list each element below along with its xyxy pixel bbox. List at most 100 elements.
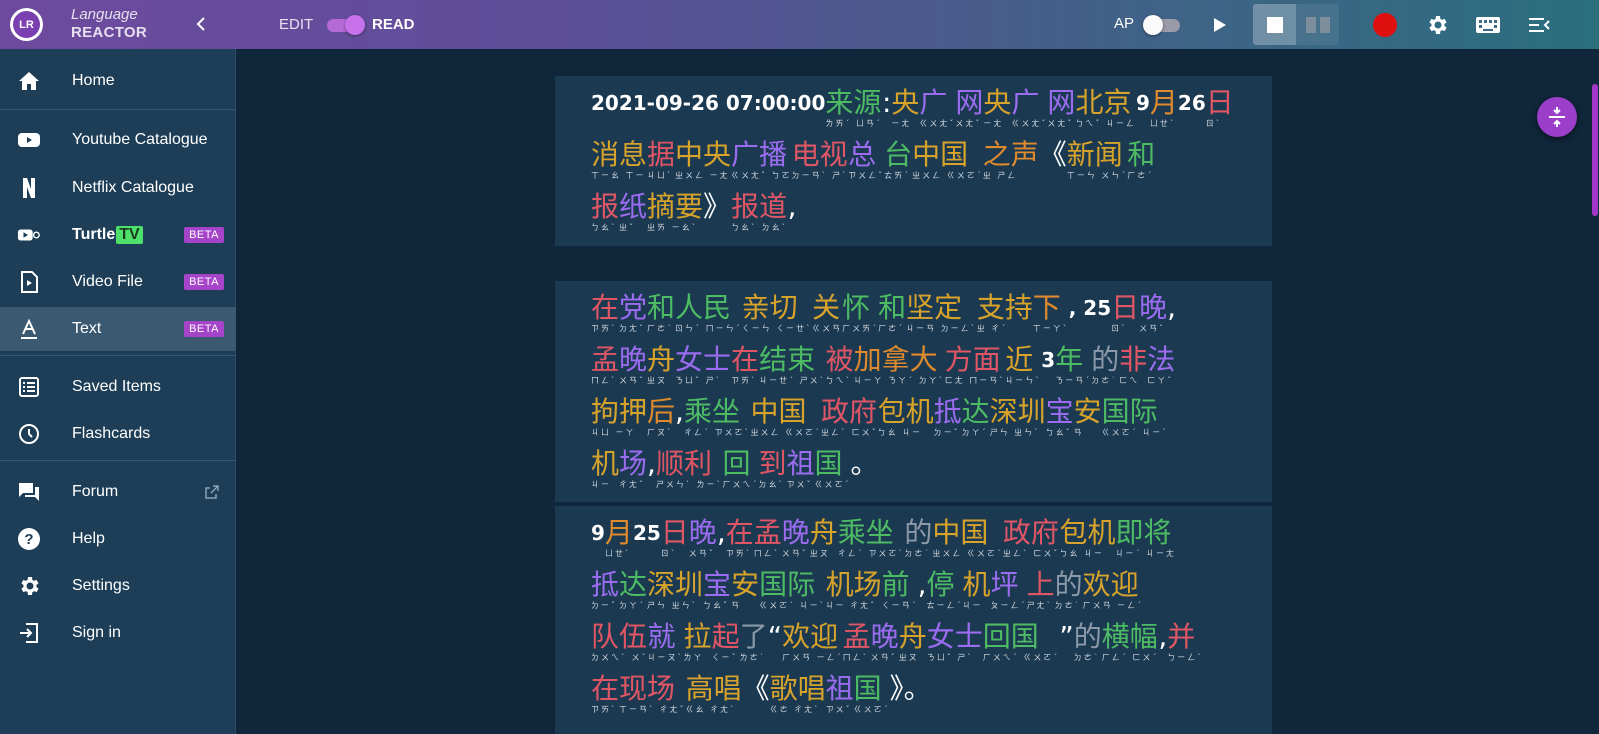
word-token[interactable]: 的ㄉㄜ˙ [1074,622,1102,664]
word-token[interactable]: 关 ㄍㄨㄢ [812,293,842,335]
word-token[interactable]: 非ㄈㄟ [1119,345,1147,387]
word-token[interactable]: 拉ㄌㄚ [684,622,712,664]
word-token[interactable]: 中国 ㄓㄨㄥ ㄍㄨㄛˊ [932,518,1003,560]
word-token[interactable]: 广ㄍㄨㄤˇ [919,88,955,130]
word-token[interactable]: 日ㄖˋ [661,518,689,560]
word-token[interactable]: 法ㄈㄚˇ [1147,345,1175,387]
play-button[interactable] [1207,13,1231,37]
word-token[interactable]: 方面 ㄈㄤ ㄇㄧㄢˋ [945,345,1006,387]
word-token[interactable]: 女士 ㄋㄩˇ ㄕˋ [927,622,983,664]
word-token[interactable]: 和 ㄏㄜˊ [878,293,906,335]
word-token[interactable]: 国际 ㄍㄨㄛˊ ㄐㄧˋ [759,570,826,612]
word-token[interactable]: 总ㄗㄨㄥˇ [848,140,884,182]
word-token[interactable]: 抵ㄉㄧˇ [591,570,619,612]
word-token[interactable]: 祖ㄗㄨˇ [826,674,854,716]
word-token[interactable]: 广ㄍㄨㄤˇ [1011,88,1047,130]
word-token[interactable]: 宝ㄅㄠˇ [703,570,731,612]
word-token[interactable]: 年 ㄋㄧㄢˊ [1055,345,1091,387]
word-token[interactable]: 北京 ㄅㄟˇ ㄐㄧㄥ [1075,88,1136,130]
word-token[interactable]: 之声ㄓ ㄕㄥ [983,140,1039,182]
panel-menu-button[interactable] [1526,12,1552,38]
edit-read-toggle[interactable] [325,15,365,35]
word-token[interactable]: 日ㄖˋ [1111,293,1139,335]
word-token[interactable]: 月ㄩㄝˋ [1150,88,1178,130]
word-token[interactable]: 晚ㄨㄢˇ [689,518,717,560]
word-token[interactable]: 央ㄧㄤ [983,88,1011,130]
word-token[interactable]: 报ㄅㄠˋ [591,192,619,234]
word-token[interactable]: 国ㄍㄨㄛˊ [815,449,851,491]
word-token[interactable]: 亲切 ㄑㄧㄣ ㄑㄧㄝˋ [742,293,813,335]
word-token[interactable]: 机场 ㄐㄧ ㄔㄤˇ [826,570,882,612]
word-token[interactable]: 政府 ㄓㄥˋ ㄈㄨˇ [1003,518,1060,560]
word-token[interactable]: 的ㄉㄜ˙ [1091,345,1119,387]
word-token[interactable]: 欢迎 ㄏㄨㄢ ㄧㄥˊ [782,622,843,664]
word-token[interactable]: 和ㄏㄜˊ [1127,140,1155,182]
sidebar-item-video-file[interactable]: Video File BETA [0,260,236,304]
word-token[interactable]: 晚ㄨㄢˇ [782,518,810,560]
word-token[interactable]: 晚ㄨㄢˇ [871,622,899,664]
word-token[interactable]: 在 ㄗㄞˋ [591,674,619,716]
word-token[interactable]: 欢迎 ㄏㄨㄢ ㄧㄥˊ [1083,570,1144,612]
settings-button[interactable] [1424,12,1450,38]
word-token[interactable]: 回国 ㄏㄨㄟˊ ㄍㄨㄛˊ [983,622,1060,664]
word-token[interactable]: 中国 ㄓㄨㄥ ㄍㄨㄛˊ [912,140,983,182]
word-token[interactable]: 近ㄐㄧㄣˋ [1005,345,1041,387]
single-column-button[interactable] [1253,4,1296,45]
autopause-toggle[interactable] [1143,15,1183,35]
scrollbar-thumb[interactable] [1592,84,1598,216]
word-token[interactable]: 央ㄧㄤ [891,88,919,130]
word-token[interactable]: 摘要 ㄓㄞ ㄧㄠˋ [647,192,703,234]
word-token[interactable]: 祖ㄗㄨˇ [787,449,815,491]
word-token[interactable]: 晚ㄨㄢˇ [1139,293,1167,335]
word-token[interactable]: 就 ㄐㄧㄡˋ [648,622,684,664]
word-token[interactable]: 拘押 ㄐㄩ ㄧㄚ [591,397,647,439]
sidebar-item-saved-items[interactable]: Saved Items [0,365,236,409]
edit-mode-label[interactable]: EDIT [279,16,313,33]
word-token[interactable]: 中国 ㄓㄨㄥ ㄍㄨㄛˊ [750,397,821,439]
word-token[interactable]: 到 ㄉㄠˋ [758,449,786,491]
sidebar-item-text[interactable]: Text BETA [0,307,236,351]
word-token[interactable]: 广播 ㄍㄨㄤˇ ㄅㄛ [731,140,792,182]
word-token[interactable]: 并ㄅㄧㄥˋ [1167,622,1203,664]
word-token[interactable]: 队伍 ㄉㄨㄟˋ ㄨˇ [591,622,648,664]
word-token[interactable]: 起ㄑㄧˇ [712,622,740,664]
word-token[interactable]: 支持ㄓ ㄔˊ [977,293,1033,335]
sidebar-item-sign-in[interactable]: Sign in [0,611,236,655]
sidebar-item-flashcards[interactable]: Flashcards [0,412,236,456]
word-token[interactable]: 消息 ㄒㄧㄠ ㄒㄧ [591,140,647,182]
word-token[interactable]: 在ㄗㄞˋ [731,345,759,387]
word-token[interactable]: 晚ㄨㄢˇ [619,345,647,387]
word-token[interactable]: 的 ㄉㄜ˙ [1055,570,1083,612]
word-token[interactable]: 结束 ㄐㄧㄝˊ ㄕㄨˋ [759,345,826,387]
word-token[interactable]: 党ㄉㄤˇ [619,293,647,335]
word-token[interactable]: 加拿大 ㄐㄧㄚ ㄋㄚˊ ㄉㄚˋ [854,345,945,387]
word-token[interactable]: 停ㄊㄧㄥˊ [927,570,963,612]
word-token[interactable]: 网ㄨㄤˇ [1047,88,1075,130]
word-token[interactable]: 机ㄐㄧ [963,570,991,612]
word-token[interactable]: 乘坐 ㄔㄥˊ ㄗㄨㄛˋ [684,397,751,439]
word-token[interactable]: 场ㄔㄤˇ [619,449,647,491]
two-column-button[interactable] [1296,4,1339,45]
word-token[interactable]: 被ㄅㄟˋ [826,345,854,387]
word-token[interactable]: 坚定 ㄐㄧㄢ ㄉㄧㄥˋ [906,293,977,335]
word-token[interactable]: 电视 ㄉㄧㄢˋ ㄕˋ [792,140,849,182]
word-token[interactable]: 日ㄖˋ [1206,88,1234,130]
word-token[interactable]: 网ㄨㄤˇ [955,88,983,130]
word-token[interactable]: 深圳 ㄕㄣ ㄓㄣˋ [647,570,703,612]
word-token[interactable]: 怀 ㄏㄨㄞˊ [842,293,878,335]
word-token[interactable]: 舟ㄓㄡ [647,345,675,387]
word-token[interactable]: 宝ㄅㄠˇ [1046,397,1074,439]
scrollbar[interactable] [1590,49,1599,734]
collapse-sidebar-button[interactable] [192,13,212,35]
word-token[interactable]: 舟ㄓㄡ [899,622,927,664]
sidebar-item-netflix-catalogue[interactable]: Netflix Catalogue [0,166,236,210]
word-token[interactable]: 回ㄏㄨㄟˊ [722,449,758,491]
sidebar-item-settings[interactable]: Settings [0,564,236,608]
word-token[interactable]: 现场 ㄒㄧㄢˋ ㄔㄤˇ [619,674,686,716]
sidebar-item-youtube-catalogue[interactable]: Youtube Catalogue [0,118,236,162]
collapse-fab-button[interactable] [1537,97,1577,137]
sidebar-item-help[interactable]: ? Help [0,517,236,561]
word-token[interactable]: 报道 ㄅㄠˋ ㄉㄠˋ [731,192,788,234]
word-token[interactable]: 在ㄗㄞˋ [726,518,754,560]
word-token[interactable]: 横幅 ㄏㄥˊ ㄈㄨˊ [1102,622,1159,664]
